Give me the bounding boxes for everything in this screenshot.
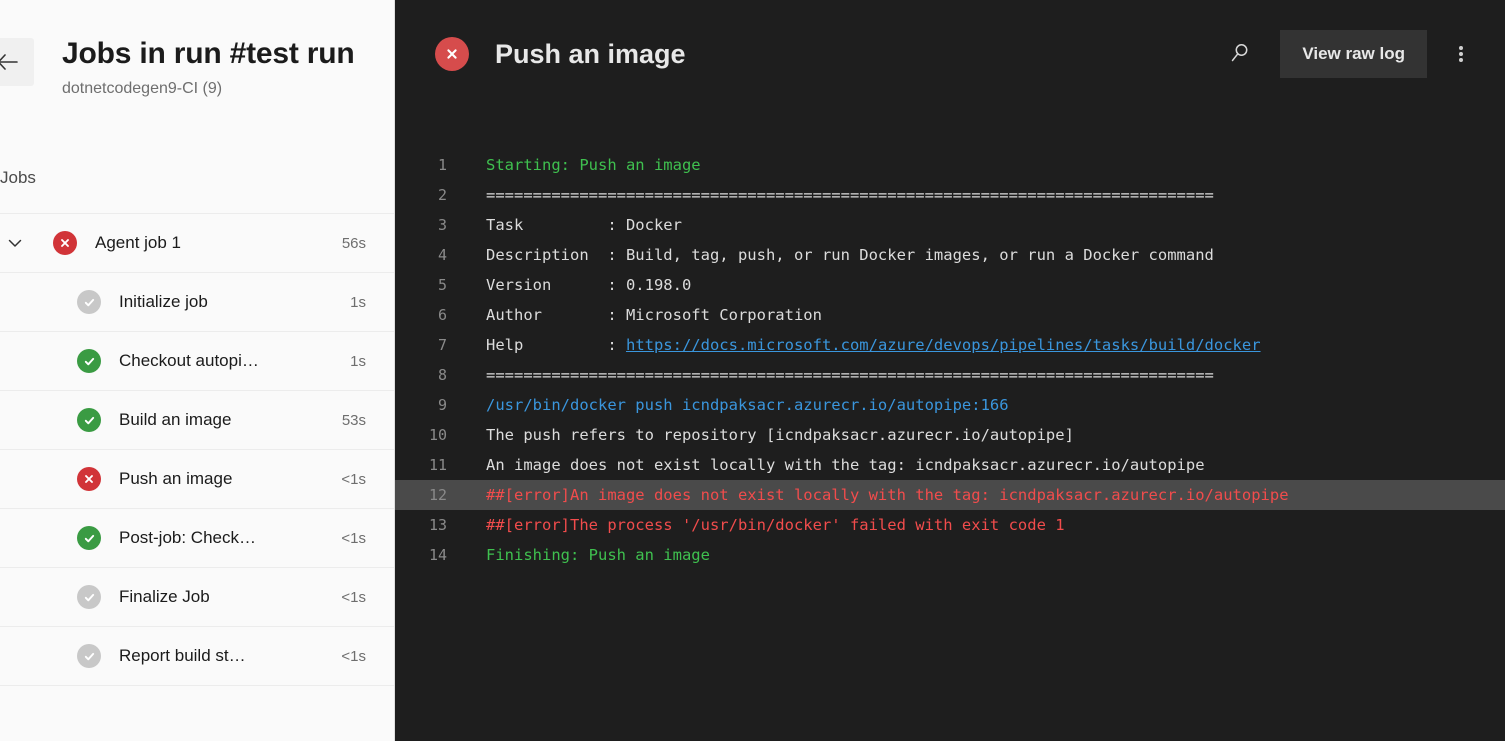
job-row[interactable]: Post-job: Check… <1s [0, 508, 394, 568]
log-line-text: Finishing: Push an image [486, 546, 710, 564]
job-duration: 1s [350, 352, 366, 370]
log-line: 6 Author : Microsoft Corporation [395, 300, 1505, 330]
status-succeeded-icon [77, 526, 101, 550]
arrow-left-icon [0, 52, 21, 72]
run-title-block: Jobs in run #test run dotnetcodegen9-CI … [62, 36, 355, 100]
log-line-number: 13 [428, 516, 447, 534]
job-row[interactable]: Checkout autopi… 1s [0, 331, 394, 391]
job-row[interactable]: Push an image <1s [0, 449, 394, 509]
job-row[interactable]: Finalize Job <1s [0, 567, 394, 627]
log-line: 5 Version : 0.198.0 [395, 270, 1505, 300]
log-line-number: 7 [437, 336, 447, 354]
log-line-number: 11 [428, 456, 447, 474]
log-line-text: Starting: Push an image [486, 156, 701, 174]
job-name: Initialize job [119, 292, 208, 311]
status-failed-icon [77, 467, 101, 491]
job-row[interactable]: Initialize job 1s [0, 272, 394, 332]
log-line: 13 ##[error]The process '/usr/bin/docker'… [395, 510, 1505, 540]
help-link[interactable]: https://docs.microsoft.com/azure/devops/… [626, 336, 1261, 354]
status-succeeded-icon [77, 408, 101, 432]
log-line-number: 10 [428, 426, 447, 444]
log-title: Push an image [495, 38, 686, 69]
log-line-number: 1 [437, 156, 447, 174]
log-line-text: Task : Docker [486, 216, 682, 234]
log-line-number: 12 [428, 486, 447, 504]
status-succeeded-icon [77, 349, 101, 373]
log-line: 9/usr/bin/docker push icndpaksacr.azurec… [395, 390, 1505, 420]
log-line-text: Author : Microsoft Corporation [486, 306, 822, 324]
job-name: Post-job: Check… [119, 528, 256, 547]
log-line-number: 2 [437, 186, 447, 204]
status-failed-icon [53, 231, 77, 255]
job-name: Push an image [119, 469, 233, 488]
status-skipped-icon [77, 644, 101, 668]
search-button[interactable] [1220, 34, 1260, 74]
job-duration: <1s [341, 647, 366, 665]
log-line-text: ##[error]An image does not exist locally… [486, 486, 1289, 504]
job-duration: <1s [341, 529, 366, 547]
job-list: Agent job 1 56s Initialize job 1s Checkout a… [0, 213, 394, 686]
job-name: Agent job 1 [95, 233, 182, 252]
job-duration: 56s [341, 234, 366, 252]
log-line-text: An image does not exist locally with the… [486, 456, 1205, 474]
jobs-sidebar: Jobs in run #test run dotnetcodegen9-CI … [0, 0, 395, 741]
view-raw-log-button[interactable]: View raw log [1280, 30, 1427, 78]
log-line-prefix: Help : [486, 336, 626, 354]
log-line: 1 Starting: Push an image [395, 150, 1505, 180]
log-line: 11 An image does not exist locally with t… [395, 450, 1505, 480]
log-line: 8 =======================================… [395, 360, 1505, 390]
log-line-number: 14 [428, 546, 447, 564]
log-line: 7 Help : https://docs.microsoft.com/azure… [395, 330, 1505, 360]
log-line-highlighted: 12 ##[error]An image does not exist local… [395, 480, 1505, 510]
more-vertical-icon [1459, 44, 1463, 64]
job-row[interactable]: Report build st… <1s [0, 626, 394, 686]
log-line-text: /usr/bin/docker push icndpaksacr.azurecr… [486, 396, 1009, 414]
back-button[interactable] [0, 38, 34, 86]
log-line-text: ========================================… [486, 366, 1214, 384]
log-line-text: Help : https://docs.microsoft.com/azure/… [486, 330, 1505, 360]
job-duration: 53s [341, 411, 366, 429]
search-icon [1228, 41, 1252, 68]
job-name: Finalize Job [119, 587, 210, 606]
log-status-failed-icon [435, 37, 469, 71]
log-line-number: 4 [437, 246, 447, 264]
log-line-number: 5 [437, 276, 447, 294]
page-title: Jobs in run #test run [62, 37, 355, 70]
log-line-text: Description : Build, tag, push, or run D… [486, 246, 1214, 264]
job-duration: <1s [341, 588, 366, 606]
log-line-number: 3 [437, 216, 447, 234]
pipeline-run-view: Jobs in run #test run dotnetcodegen9-CI … [0, 0, 1505, 741]
chevron-down-icon[interactable] [0, 234, 32, 252]
log-line: 2 =======================================… [395, 180, 1505, 210]
log-line-text: The push refers to repository [icndpaksa… [486, 426, 1074, 444]
more-actions-button[interactable] [1441, 34, 1481, 74]
log-line: 10 The push refers to repository [icndpak… [395, 420, 1505, 450]
job-row[interactable]: Build an image 53s [0, 390, 394, 450]
job-row[interactable]: Agent job 1 56s [0, 213, 394, 273]
job-duration: 1s [350, 293, 366, 311]
pipeline-subtitle: dotnetcodegen9-CI (9) [62, 80, 223, 97]
job-name: Build an image [119, 410, 232, 429]
job-name: Checkout autopi… [119, 351, 259, 370]
log-line: 3 Task : Docker [395, 210, 1505, 240]
log-line: 4 Description : Build, tag, push, or run … [395, 240, 1505, 270]
jobs-section-label: Jobs [0, 168, 36, 187]
log-line-text: ========================================… [486, 186, 1214, 204]
log-line-number: 9 [437, 396, 447, 414]
log-header: Push an image View raw log [395, 0, 1505, 108]
log-content[interactable]: 1 Starting: Push an image 2 ===============… [395, 108, 1505, 570]
status-skipped-icon [77, 290, 101, 314]
log-line-text: Version : 0.198.0 [486, 276, 692, 294]
job-name: Report build st… [119, 646, 246, 665]
job-duration: <1s [341, 470, 366, 488]
log-line: 14 Finishing: Push an image [395, 540, 1505, 570]
status-skipped-icon [77, 585, 101, 609]
log-panel: Push an image View raw log 1 Starting: Pu… [395, 0, 1505, 741]
sidebar-header: Jobs in run #test run dotnetcodegen9-CI … [0, 0, 394, 187]
log-line-number: 8 [437, 366, 447, 384]
log-line-text: ##[error]The process '/usr/bin/docker' f… [486, 516, 1065, 534]
log-line-number: 6 [437, 306, 447, 324]
